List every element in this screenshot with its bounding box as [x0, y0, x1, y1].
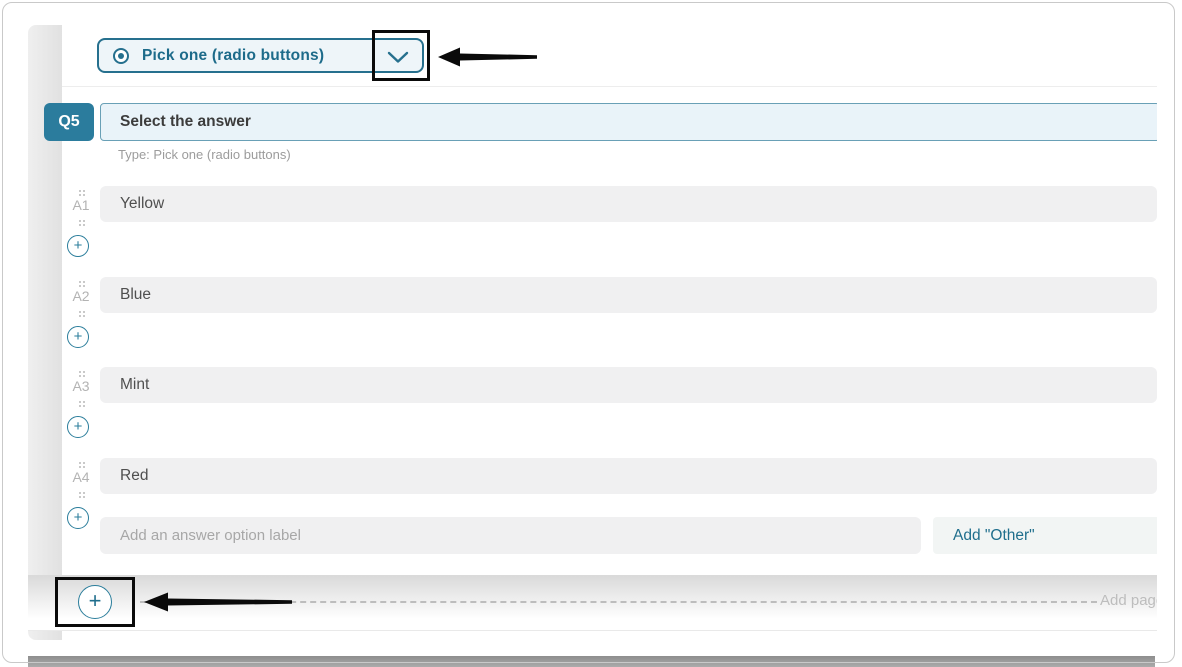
answer-option-input[interactable]: Red [100, 458, 1157, 494]
answer-id-label: A4 [62, 469, 100, 485]
annotation-box-add-page [55, 577, 135, 627]
answer-id-label: A1 [62, 197, 100, 213]
add-answer-input[interactable] [100, 517, 921, 554]
add-other-button[interactable]: Add "Other" [933, 517, 1157, 554]
answer-option-input[interactable]: Mint [100, 367, 1157, 403]
insert-answer-button[interactable]: + [67, 326, 89, 348]
radio-dot [118, 53, 124, 59]
answer-option-row: A1 Yellow + [62, 186, 1157, 269]
radio-button-icon [113, 48, 129, 64]
answer-option-input[interactable]: Blue [100, 277, 1157, 313]
answer-option-row: A2 Blue + [62, 277, 1157, 360]
answer-option-list: A1 Yellow + A2 Blue + [62, 178, 1157, 540]
question-number-badge: Q5 [44, 103, 94, 141]
annotation-box-dropdown [372, 30, 430, 81]
answer-option-row: A3 Mint + [62, 367, 1157, 450]
question-title-input[interactable] [100, 103, 1157, 141]
answer-id-label: A3 [62, 378, 100, 394]
annotation-arrow-dropdown [437, 46, 537, 68]
survey-builder-screen: Pick one (radio buttons) Q5 Type: Pick o… [0, 0, 1182, 667]
section-divider [62, 86, 1157, 87]
drag-dots-icon [79, 220, 81, 222]
drag-dots-icon [79, 371, 81, 373]
page-canvas: Pick one (radio buttons) Q5 Type: Pick o… [0, 0, 1157, 667]
drag-dots-icon [79, 462, 81, 464]
drag-dots-icon [79, 281, 81, 283]
insert-answer-button[interactable]: + [67, 235, 89, 257]
next-page-edge [28, 656, 1155, 667]
drag-dots-icon [79, 190, 81, 192]
question-type-caption: Type: Pick one (radio buttons) [118, 147, 291, 162]
drag-dots-icon [79, 401, 81, 403]
drag-dots-icon [79, 492, 81, 494]
answer-id-label: A2 [62, 288, 100, 304]
drag-dots-icon [79, 311, 81, 313]
insert-answer-button[interactable]: + [67, 507, 89, 529]
add-page-label: Add page [1100, 592, 1157, 609]
question-type-label: Pick one (radio buttons) [142, 47, 324, 65]
insert-answer-button[interactable]: + [67, 416, 89, 438]
annotation-arrow-add-page [143, 591, 292, 613]
answer-option-input[interactable]: Yellow [100, 186, 1157, 222]
